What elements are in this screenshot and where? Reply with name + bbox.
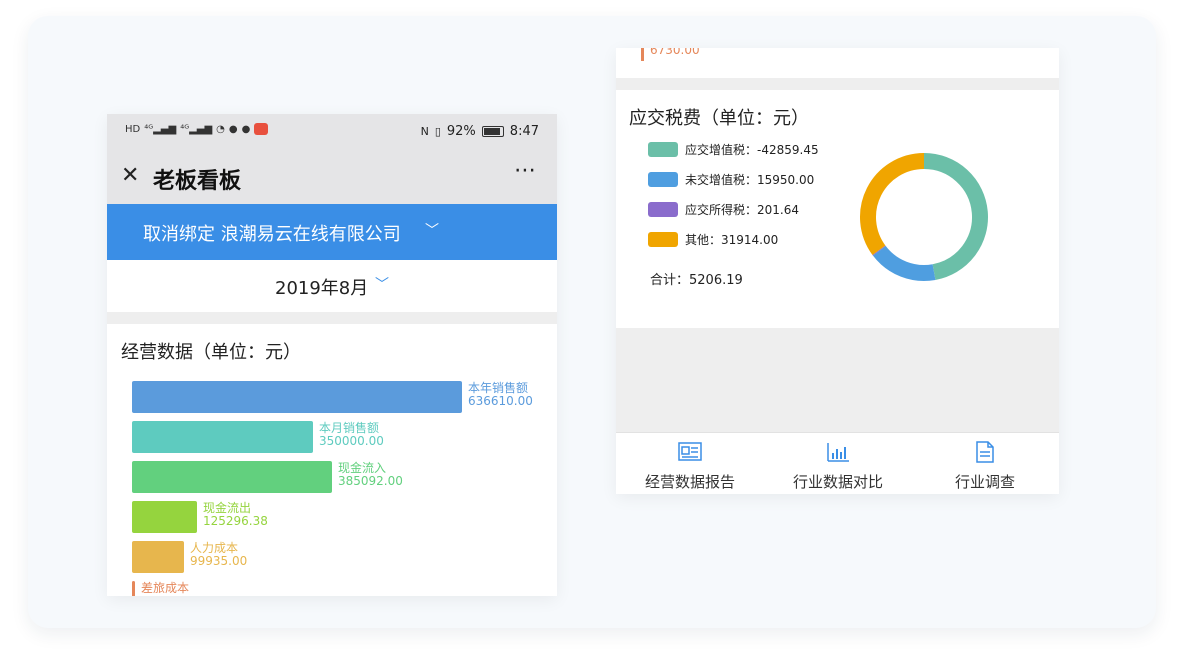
bar-5: [132, 581, 135, 596]
bar-label-4: 人力成本 99935.00: [190, 542, 247, 568]
wifi-icon: ◔: [216, 123, 225, 135]
bar-label-1: 本月销售额 350000.00: [319, 422, 384, 448]
more-icon[interactable]: ⋯: [514, 158, 537, 183]
vibrate-icon: ▯: [434, 125, 441, 138]
close-icon[interactable]: ✕: [121, 164, 139, 188]
bar-value: 99935.00: [190, 554, 248, 568]
status-right: N ▯ 92% 8:47: [421, 124, 539, 139]
legend-label: 应交所得税：201.64: [685, 202, 799, 217]
legend-label: 应交增值税：-42859.45: [685, 142, 819, 157]
bar-chart-icon: [827, 443, 849, 462]
operations-panel: 经营数据（单位：元） 本年销售额 636610.00 本月销售额 350000.00 现…: [107, 324, 557, 596]
tab-bar: 经营数据报告 行业数据对比 行业调查: [616, 432, 1059, 494]
date-selector[interactable]: 2019年8月 ﹀: [107, 260, 557, 312]
signal-icon-2: ⁴ᴳ▂▄▆: [180, 123, 213, 135]
legend-swatch: [648, 171, 678, 187]
nav-bar: ✕ 老板看板 ⋯: [107, 150, 557, 204]
tax-donut-chart: [860, 153, 988, 281]
signal-icon: ⁴ᴳ▂▄▆: [144, 123, 177, 135]
donut-slice-1: [872, 245, 936, 281]
date-label: 2019年8月: [275, 278, 369, 299]
bar-value: 636610.00: [468, 394, 533, 408]
tax-total: 合计：5206.19: [650, 273, 743, 288]
legend-item-0: 应交增值税：-42859.45: [648, 140, 819, 158]
app-icon: [254, 123, 269, 135]
legend-item-2: 应交所得税：201.64: [648, 200, 799, 218]
donut-slice-3: [860, 153, 925, 255]
page-title: 老板看板: [153, 169, 242, 194]
donut-slice-0: [923, 153, 988, 280]
chevron-down-icon: ﹀: [425, 223, 439, 239]
right-phone-screen: 6730.00 应交税费（单位：元） 应交增值税：-42859.45 未交增值税：…: [616, 48, 1059, 494]
bar-stub: [641, 48, 644, 61]
tab-industry-survey[interactable]: 行业调查: [911, 433, 1059, 494]
previous-panel-stub: 6730.00: [616, 48, 1059, 78]
legend-item-3: 其他：31914.00: [648, 230, 778, 248]
wechat-icon: ●: [228, 123, 238, 135]
bar-label-5: 差旅成本6730.00: [141, 582, 191, 597]
bar-value: 385092.00: [338, 474, 403, 488]
bar-2: [132, 461, 332, 493]
left-phone-screen: HD ⁴ᴳ▂▄▆ ⁴ᴳ▂▄▆ ◔ ● ● N ▯ 92% 8:47 ✕ 老板看板…: [107, 114, 557, 596]
bar-3: [132, 501, 197, 533]
document-icon: [976, 441, 994, 463]
bar-0: [132, 381, 462, 413]
legend-label: 其他：31914.00: [685, 232, 779, 247]
clock: 8:47: [509, 124, 539, 139]
tab-label: 经营数据报告: [644, 473, 735, 491]
nfc-icon: N: [420, 125, 429, 138]
tax-panel: 应交税费（单位：元） 应交增值税：-42859.45 未交增值税：15950.00…: [616, 90, 1059, 328]
legend-swatch: [648, 231, 678, 247]
battery-icon: [481, 126, 504, 137]
bar-1: [132, 421, 313, 453]
chevron-down-icon: ﹀: [375, 277, 389, 293]
chat-icon: ●: [241, 123, 251, 135]
battery-percent: 92%: [446, 124, 476, 139]
bar-value: 350000.00: [319, 434, 384, 448]
bar-label-3: 现金流出 125296.38: [203, 502, 268, 528]
bar-label-2: 现金流入 385092.00: [338, 462, 403, 488]
legend-label: 未交增值税：15950.00: [685, 172, 815, 187]
bar-value: 6730.00: [141, 595, 191, 597]
legend-swatch: [648, 141, 678, 157]
tab-report[interactable]: 经营数据报告: [616, 433, 764, 494]
panel-title: 应交税费（单位：元）: [629, 108, 809, 129]
company-selector[interactable]: 取消绑定 浪潮易云在线有限公司 ﹀: [107, 204, 557, 260]
bar-4: [132, 541, 184, 573]
report-icon: [678, 442, 702, 461]
legend-swatch: [648, 201, 678, 217]
tab-label: 行业调查: [954, 473, 1015, 491]
tab-industry-compare[interactable]: 行业数据对比: [764, 433, 912, 494]
bar-label-0: 本年销售额 636610.00: [468, 382, 533, 408]
status-icons: HD ⁴ᴳ▂▄▆ ⁴ᴳ▂▄▆ ◔ ● ●: [125, 123, 269, 135]
company-name: 取消绑定 浪潮易云在线有限公司: [143, 224, 401, 245]
status-bar: HD ⁴ᴳ▂▄▆ ⁴ᴳ▂▄▆ ◔ ● ● N ▯ 92% 8:47: [107, 114, 557, 150]
legend-item-1: 未交增值税：15950.00: [648, 170, 814, 188]
bar-value: 125296.38: [203, 514, 268, 528]
hd-icon: HD: [125, 123, 141, 135]
stub-value: 6730.00: [650, 48, 700, 57]
panel-title: 经营数据（单位：元）: [121, 342, 301, 363]
tab-label: 行业数据对比: [792, 473, 883, 491]
